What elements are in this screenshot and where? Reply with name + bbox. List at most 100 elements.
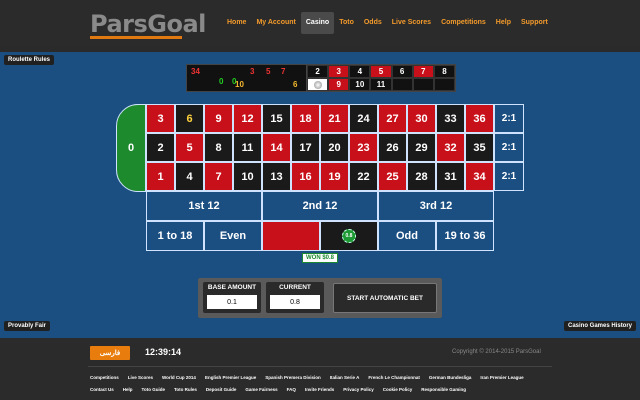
nav-live-scores[interactable]: Live Scores (387, 12, 436, 34)
bet-chip: 0.8 (342, 229, 356, 243)
footer-link-spanish-premera-division[interactable]: Spanish Premera Division (265, 375, 321, 380)
base-amount-box: BASE AMOUNT (203, 282, 261, 313)
footer-link-german-bundesliga[interactable]: German Bundesliga (429, 375, 472, 380)
ball-icon (313, 80, 322, 89)
nav-casino[interactable]: Casino (300, 12, 335, 34)
bet-high[interactable]: 19 to 36 (436, 221, 494, 251)
bet-number-12[interactable]: 12 (233, 104, 262, 133)
bet-number-8[interactable]: 8 (204, 133, 233, 162)
casino-history-button[interactable]: Casino Games History (564, 321, 637, 331)
stat-number: 3 (250, 67, 255, 76)
recent-results: 2 3 4 5 6 7 8 9 10 11 (306, 64, 456, 92)
bet-dozen-3[interactable]: 3rd 12 (378, 191, 494, 221)
footer-link-italian-serie-a[interactable]: Italian Serie A (330, 375, 360, 380)
bet-number-5[interactable]: 5 (175, 133, 204, 162)
bet-column-1[interactable]: 2:1 (494, 162, 524, 191)
footer-link-french-le-championnat[interactable]: French Le Championnat (368, 375, 420, 380)
site-logo[interactable]: ParsGoal (90, 10, 206, 38)
nav-home[interactable]: Home (222, 12, 251, 34)
bet-zero[interactable]: 0 (116, 104, 146, 192)
nav-odds[interactable]: Odds (359, 12, 387, 34)
footer-link-toto-guide[interactable]: Toto Guide (142, 387, 165, 392)
bet-number-32[interactable]: 32 (436, 133, 465, 162)
nav-toto[interactable]: Toto (334, 12, 359, 34)
main-nav: Home My Account Casino Toto Odds Live Scores C… (222, 12, 553, 34)
footer-link-faq[interactable]: FAQ (287, 387, 296, 392)
bet-dozen-1[interactable]: 1st 12 (146, 191, 262, 221)
bet-number-17[interactable]: 17 (291, 133, 320, 162)
provably-fair-button[interactable]: Provably Fair (4, 321, 51, 331)
base-amount-input[interactable] (207, 295, 257, 309)
bet-black[interactable]: 0.8 (320, 221, 378, 251)
footer-link-world-cup-2014[interactable]: World Cup 2014 (162, 375, 196, 380)
nav-support[interactable]: Support (516, 12, 553, 34)
footer-link-responsible-gaming[interactable]: Responsible Gaming (421, 387, 466, 392)
bet-number-29[interactable]: 29 (407, 133, 436, 162)
footer-link-english-premier-league[interactable]: English Premier League (205, 375, 256, 380)
bet-number-7[interactable]: 7 (204, 162, 233, 191)
bet-number-31[interactable]: 31 (436, 162, 465, 191)
bet-number-33[interactable]: 33 (436, 104, 465, 133)
recent-result: 7 (412, 65, 434, 78)
current-amount-input[interactable] (270, 295, 320, 309)
bet-number-24[interactable]: 24 (349, 104, 378, 133)
bet-red[interactable] (262, 221, 320, 251)
bet-number-36[interactable]: 36 (465, 104, 494, 133)
footer-link-live-scores[interactable]: Live Scores (128, 375, 153, 380)
footer-link-help[interactable]: Help (123, 387, 133, 392)
bet-number-2[interactable]: 2 (146, 133, 175, 162)
bet-odd[interactable]: Odd (378, 221, 436, 251)
bet-number-3[interactable]: 3 (146, 104, 175, 133)
bet-dozen-2[interactable]: 2nd 12 (262, 191, 378, 221)
footer-link-deposit-guide[interactable]: Deposit Guide (206, 387, 237, 392)
bet-number-28[interactable]: 28 (407, 162, 436, 191)
footer-link-contact-us[interactable]: Contact Us (90, 387, 114, 392)
footer-link-toto-rules[interactable]: Toto Rules (174, 387, 197, 392)
recent-result: 10 (349, 78, 371, 91)
bet-number-1[interactable]: 1 (146, 162, 175, 191)
roulette-rules-button[interactable]: Roulette Rules (4, 55, 55, 65)
bet-number-10[interactable]: 10 (233, 162, 262, 191)
bet-number-30[interactable]: 30 (407, 104, 436, 133)
site-header: ParsGoal Home My Account Casino Toto Odds Liv… (0, 0, 640, 46)
bet-number-6[interactable]: 6 (175, 104, 204, 133)
footer-link-cookie-policy[interactable]: Cookie Policy (383, 387, 413, 392)
bet-low[interactable]: 1 to 18 (146, 221, 204, 251)
nav-help[interactable]: Help (491, 12, 516, 34)
bet-number-14[interactable]: 14 (262, 133, 291, 162)
start-auto-bet-button[interactable]: START AUTOMATIC BET (333, 283, 437, 313)
bet-number-22[interactable]: 22 (349, 162, 378, 191)
bet-number-21[interactable]: 21 (320, 104, 349, 133)
footer-link-invite-friends[interactable]: Invite Friends (305, 387, 334, 392)
nav-competitions[interactable]: Competitions (436, 12, 491, 34)
language-button[interactable]: فارسی (90, 346, 130, 360)
bet-number-35[interactable]: 35 (465, 133, 494, 162)
bet-number-27[interactable]: 27 (378, 104, 407, 133)
recent-result: 8 (433, 65, 455, 78)
footer-links-row1: Competitions Live Scores World Cup 2014 Eng… (90, 375, 524, 380)
bet-number-20[interactable]: 20 (320, 133, 349, 162)
bet-column-3[interactable]: 2:1 (494, 104, 524, 133)
bet-column-2[interactable]: 2:1 (494, 133, 524, 162)
bet-number-19[interactable]: 19 (320, 162, 349, 191)
footer-link-privacy-policy[interactable]: Privacy Policy (343, 387, 374, 392)
footer-link-iran-premier-league[interactable]: Iran Premier League (480, 375, 523, 380)
bet-number-34[interactable]: 34 (465, 162, 494, 191)
bet-number-16[interactable]: 16 (291, 162, 320, 191)
win-message: WON $0.8 (302, 253, 339, 263)
bet-number-26[interactable]: 26 (378, 133, 407, 162)
bet-even[interactable]: Even (204, 221, 262, 251)
bet-number-11[interactable]: 11 (233, 133, 262, 162)
bet-number-9[interactable]: 9 (204, 104, 233, 133)
bet-number-4[interactable]: 4 (175, 162, 204, 191)
bet-number-18[interactable]: 18 (291, 104, 320, 133)
footer-link-competitions[interactable]: Competitions (90, 375, 119, 380)
bet-number-25[interactable]: 25 (378, 162, 407, 191)
recent-result: 2 (307, 65, 329, 78)
footer-link-game-fairness[interactable]: Game Fairness (245, 387, 277, 392)
bet-number-13[interactable]: 13 (262, 162, 291, 191)
nav-my-account[interactable]: My Account (251, 12, 300, 34)
bet-number-23[interactable]: 23 (349, 133, 378, 162)
stat-number: 7 (281, 67, 286, 76)
bet-number-15[interactable]: 15 (262, 104, 291, 133)
